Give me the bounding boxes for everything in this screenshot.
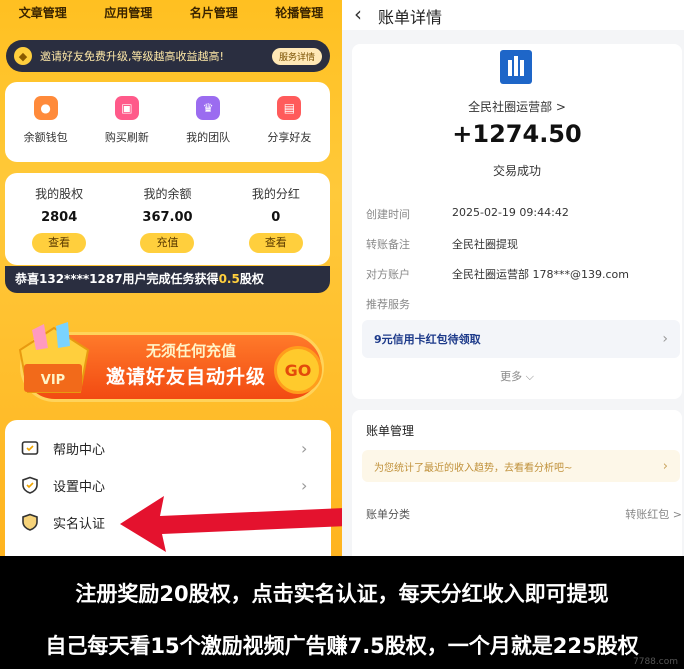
detail-row-recommend: 推荐服务 xyxy=(366,296,676,312)
caption-line1: 注册奖励20股权，点击实名认证，每天分红收入即可提现 xyxy=(75,582,609,606)
quick-wallet-label: 余额钱包 xyxy=(23,131,68,144)
quick-buy-refresh[interactable]: ▣ 购买刷新 xyxy=(86,96,167,162)
row-key: 创建时间 xyxy=(366,208,410,221)
ticker-text: 恭喜132****1287用户完成任务获得 xyxy=(15,272,219,286)
menu-settings-label: 设置中心 xyxy=(53,479,106,495)
red-arrow-annotation xyxy=(120,496,342,552)
stat-label: 我的余额 xyxy=(143,187,192,201)
nav-card-manage[interactable]: 名片管理 xyxy=(171,0,257,26)
row-value: 全民社圈提现 xyxy=(452,238,518,251)
stat-value: 2804 xyxy=(41,210,78,225)
quick-actions: ● 余额钱包 ▣ 购买刷新 ♛ 我的团队 ▤ 分享好友 xyxy=(5,82,330,162)
go-button[interactable]: GO xyxy=(274,346,322,394)
gift-icon: ▣ xyxy=(114,96,139,120)
vip-box-icon: VIP xyxy=(18,322,90,393)
stats-card: 我的股权 2804 查看 我的余额 367.00 充值 我的分红 0 查看 xyxy=(5,173,330,265)
quick-buy-label: 购买刷新 xyxy=(104,131,149,144)
menu-help-label: 帮助中心 xyxy=(53,442,106,458)
merchant-name-link[interactable]: 全民社圈运营部 > xyxy=(352,98,682,115)
page-title: 账单详情 xyxy=(378,8,443,27)
quick-share[interactable]: ▤ 分享好友 xyxy=(249,96,330,162)
watermark: 7788.com xyxy=(633,657,678,667)
wallet-icon: ● xyxy=(33,96,58,120)
stat-label: 我的股权 xyxy=(35,187,84,201)
row-key: 转账备注 xyxy=(366,238,410,251)
transaction-amount: +1274.50 xyxy=(452,120,582,148)
detail-row-remark: 转账备注 全民社圈提现 xyxy=(366,236,676,252)
left-app-screen: 文章管理 应用管理 名片管理 轮播管理 ◆ 邀请好友免费升级,等级越高收益越高!… xyxy=(0,0,342,556)
right-bill-screen: ‹ 账单详情 全民社圈运营部 > +1274.50 交易成功 创建时间 2025… xyxy=(342,0,684,556)
shield-check-icon xyxy=(22,476,38,494)
stat-value: 367.00 xyxy=(142,210,193,225)
caption-line2: 自己每天看15个激励视频广告赚7.5股权，一个月就是225股权 xyxy=(45,634,639,658)
row-value: 2025-02-19 09:44:42 xyxy=(452,206,569,219)
view-dividend-button[interactable]: 查看 xyxy=(248,233,303,253)
share-icon: ▤ xyxy=(277,96,302,120)
merchant-logo xyxy=(500,50,532,84)
ticker-highlight: 0.5 xyxy=(218,272,240,286)
stat-equity: 我的股权 2804 查看 xyxy=(5,185,113,265)
nav-carousel-manage[interactable]: 轮播管理 xyxy=(257,0,343,26)
stat-balance: 我的余额 367.00 充值 xyxy=(113,185,221,265)
income-trend-tip[interactable]: 为您统计了最近的收入趋势，去看看分析吧~ › xyxy=(362,450,680,482)
shield-verified-icon xyxy=(22,513,38,531)
view-equity-button[interactable]: 查看 xyxy=(32,233,87,253)
bill-header: ‹ 账单详情 xyxy=(342,0,684,30)
tip-text: 为您统计了最近的收入趋势，去看看分析吧~ xyxy=(374,462,573,474)
folder-check-icon xyxy=(21,441,39,455)
chevron-right-icon: › xyxy=(301,475,308,495)
detail-row-created: 创建时间 2025-02-19 09:44:42 xyxy=(366,206,676,222)
diamond-icon: ◆ xyxy=(14,47,32,65)
building-icon xyxy=(508,56,524,76)
stat-label: 我的分红 xyxy=(251,187,300,201)
category-value: 转账红包 > xyxy=(625,508,682,521)
transaction-status: 交易成功 xyxy=(492,164,541,178)
caption-area: 注册奖励20股权，点击实名认证，每天分红收入即可提现 自己每天看15个激励视频广… xyxy=(0,556,684,669)
invite-bar[interactable]: ◆ 邀请好友免费升级,等级越高收益越高! 服务详情 xyxy=(6,40,330,72)
nav-article-manage[interactable]: 文章管理 xyxy=(0,0,86,26)
chevron-right-icon: › xyxy=(301,438,308,458)
service-detail-button[interactable]: 服务详情 xyxy=(271,47,322,65)
detail-row-account: 对方账户 全民社圈运营部 178***@139.com xyxy=(366,266,676,282)
menu-help-center[interactable]: 帮助中心 › xyxy=(5,430,331,466)
manage-title: 账单管理 xyxy=(366,424,415,438)
quick-wallet[interactable]: ● 余额钱包 xyxy=(5,96,86,162)
top-nav: 文章管理 应用管理 名片管理 轮播管理 xyxy=(0,0,342,26)
announcement-ticker: 恭喜132****1287用户完成任务获得0.5股权 xyxy=(5,266,330,293)
banner-line2: 邀请好友自动升级 xyxy=(106,366,267,388)
bill-detail-card: 全民社圈运营部 > +1274.50 交易成功 创建时间 2025-02-19 … xyxy=(352,44,682,399)
quick-team-label: 我的团队 xyxy=(186,131,231,144)
credit-card-offer[interactable]: 9元信用卡红包待领取 › xyxy=(362,320,680,358)
stat-dividend: 我的分红 0 查看 xyxy=(222,185,330,265)
vip-text: VIP xyxy=(41,373,65,388)
ticker-suffix: 股权 xyxy=(239,272,264,286)
upgrade-banner[interactable]: VIP 无须任何充值 邀请好友自动升级 GO xyxy=(6,312,328,410)
invite-text: 邀请好友免费升级,等级越高收益越高! xyxy=(40,50,224,63)
offer-text: 9元信用卡红包待领取 xyxy=(374,333,481,346)
nav-app-manage[interactable]: 应用管理 xyxy=(86,0,172,26)
more-link[interactable]: 更多 ⌵ xyxy=(352,368,682,384)
chevron-right-icon: › xyxy=(662,458,668,474)
back-chevron-icon[interactable]: ‹ xyxy=(354,2,362,26)
bill-manage-card: 账单管理 为您统计了最近的收入趋势，去看看分析吧~ › 账单分类 转账红包 > xyxy=(352,410,682,556)
stat-value: 0 xyxy=(271,210,281,225)
chevron-right-icon: › xyxy=(662,331,668,347)
row-key: 推荐服务 xyxy=(366,298,410,311)
quick-share-label: 分享好友 xyxy=(267,131,312,144)
row-value: 全民社圈运营部 178***@139.com xyxy=(452,268,629,281)
crown-icon: ♛ xyxy=(196,96,221,120)
bill-category-row[interactable]: 账单分类 转账红包 > xyxy=(366,506,682,522)
category-key: 账单分类 xyxy=(366,508,410,521)
row-key: 对方账户 xyxy=(366,268,410,281)
banner-line1: 无须任何充值 xyxy=(146,342,237,360)
quick-my-team[interactable]: ♛ 我的团队 xyxy=(168,96,249,162)
recharge-button[interactable]: 充值 xyxy=(140,233,195,253)
